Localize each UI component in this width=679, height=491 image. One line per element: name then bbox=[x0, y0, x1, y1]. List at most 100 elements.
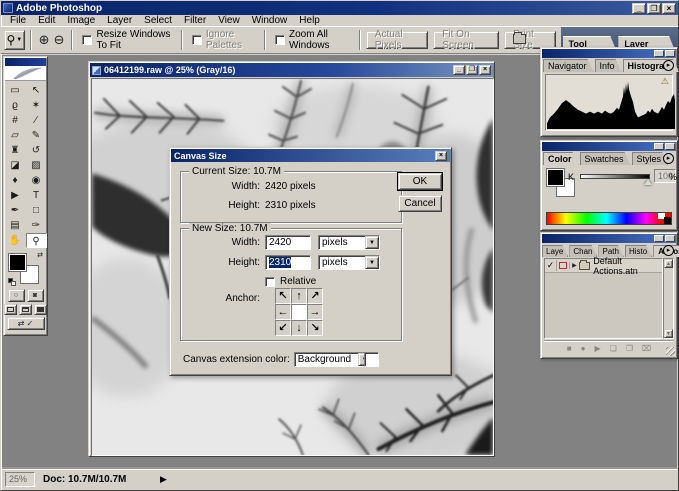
action-set-row[interactable]: ✓ ▶ Default Actions.atn bbox=[545, 259, 662, 273]
stop-icon[interactable]: ■ bbox=[567, 344, 572, 353]
tool-slice[interactable]: ∕ bbox=[26, 113, 47, 128]
menu-help[interactable]: Help bbox=[293, 15, 326, 26]
width-unit-select[interactable]: pixels ▼ bbox=[318, 235, 380, 250]
zoom-all-windows-checkbox[interactable] bbox=[275, 35, 285, 45]
current-tool-button[interactable]: ⚲ ▼ bbox=[4, 30, 25, 50]
color-palette-titlebar[interactable] bbox=[542, 142, 676, 151]
spectrum-black-swatch[interactable] bbox=[664, 217, 671, 224]
tool-dodge[interactable]: ◉ bbox=[26, 173, 47, 188]
tool-path-selection[interactable]: ▶ bbox=[5, 188, 26, 203]
tab-info[interactable]: Info bbox=[595, 59, 622, 72]
anchor-left[interactable]: ← bbox=[275, 304, 291, 320]
tool-hand[interactable]: ✋ bbox=[5, 233, 26, 248]
dialog-titlebar[interactable]: Canvas Size × bbox=[171, 149, 450, 162]
zoom-out-icon[interactable]: ⊖ bbox=[54, 32, 65, 48]
anchor-right[interactable]: → bbox=[307, 304, 323, 320]
tab-layers[interactable]: Laye bbox=[542, 245, 568, 257]
quick-mask-mode-button[interactable]: ◙ bbox=[27, 289, 44, 302]
palette-menu-button[interactable]: ▸ bbox=[663, 153, 674, 164]
palette-close-button[interactable] bbox=[665, 235, 675, 242]
trash-icon[interactable]: ⌧ bbox=[642, 344, 651, 353]
tool-pen[interactable]: ✒ bbox=[5, 203, 26, 218]
palette-minimize-button[interactable] bbox=[654, 143, 664, 150]
default-colors-icon[interactable] bbox=[8, 278, 17, 287]
tool-gradient[interactable]: ▨ bbox=[26, 158, 47, 173]
standard-screen-button[interactable] bbox=[4, 304, 17, 315]
anchor-bottom-left[interactable]: ↙ bbox=[275, 320, 291, 336]
menu-edit[interactable]: Edit bbox=[32, 15, 61, 26]
tool-crop[interactable]: # bbox=[5, 113, 26, 128]
new-width-input[interactable]: 2420 bbox=[265, 235, 311, 250]
doc-minimize-button[interactable]: _ bbox=[453, 65, 465, 75]
tool-history-brush[interactable]: ↺ bbox=[26, 143, 47, 158]
tab-navigator[interactable]: Navigator bbox=[543, 59, 594, 72]
edit-in-imageready-button[interactable]: ⇄ ✓ bbox=[7, 317, 45, 330]
palette-menu-button[interactable]: ▸ bbox=[663, 60, 674, 71]
photoshop-feather-logo[interactable] bbox=[5, 58, 46, 81]
tab-swatches[interactable]: Swatches bbox=[580, 152, 631, 165]
palette-minimize-button[interactable] bbox=[654, 50, 664, 57]
menu-view[interactable]: View bbox=[212, 15, 246, 26]
close-button[interactable]: × bbox=[662, 3, 676, 14]
tool-healing-brush[interactable]: ▱ bbox=[5, 128, 26, 143]
histogram-palette-titlebar[interactable] bbox=[542, 49, 676, 58]
k-slider-track[interactable] bbox=[580, 174, 650, 179]
tool-rectangular-marquee[interactable]: ▭ bbox=[5, 83, 26, 98]
anchor-top-left[interactable]: ↖ bbox=[275, 288, 291, 304]
k-slider-handle[interactable] bbox=[644, 179, 652, 185]
doc-restore-button[interactable]: ❐ bbox=[466, 65, 478, 75]
palette-close-button[interactable] bbox=[665, 143, 675, 150]
tool-eyedropper[interactable]: ✑ bbox=[26, 218, 47, 233]
extension-color-select[interactable]: Background ▼ bbox=[294, 352, 373, 367]
play-icon[interactable]: ▶ bbox=[594, 344, 600, 353]
restore-button[interactable]: ❐ bbox=[647, 3, 661, 14]
minimize-button[interactable]: _ bbox=[632, 3, 646, 14]
tool-eraser[interactable]: ◪ bbox=[5, 158, 26, 173]
palette-menu-button[interactable]: ▸ bbox=[663, 245, 674, 256]
fullscreen-button[interactable] bbox=[34, 304, 47, 315]
scroll-down-icon[interactable]: ▼ bbox=[664, 329, 673, 338]
width-unit-dropdown-arrow[interactable]: ▼ bbox=[365, 236, 379, 249]
actions-scrollbar[interactable]: ▲ ▼ bbox=[663, 258, 674, 339]
anchor-bottom[interactable]: ↓ bbox=[291, 320, 307, 336]
anchor-top[interactable]: ↑ bbox=[291, 288, 307, 304]
tool-blur[interactable]: ♦ bbox=[5, 173, 26, 188]
file-browser-icon[interactable] bbox=[513, 34, 526, 44]
document-titlebar[interactable]: 06412199.raw @ 25% (Gray/16) _ ❐ × bbox=[90, 63, 493, 77]
tool-clone-stamp[interactable]: ♜ bbox=[5, 143, 26, 158]
scroll-up-icon[interactable]: ▲ bbox=[664, 259, 673, 268]
menu-image[interactable]: Image bbox=[61, 15, 101, 26]
palette-close-button[interactable] bbox=[665, 50, 675, 57]
tool-lasso[interactable]: ϱ bbox=[5, 98, 26, 113]
anchor-bottom-right[interactable]: ↘ bbox=[307, 320, 323, 336]
action-toggle-check-icon[interactable]: ✓ bbox=[545, 260, 557, 271]
tool-notes[interactable]: ▤ bbox=[5, 218, 26, 233]
new-height-input[interactable]: 2310 bbox=[265, 255, 311, 270]
new-action-icon[interactable]: ❐ bbox=[626, 344, 633, 353]
color-spectrum-ramp[interactable] bbox=[546, 212, 672, 225]
resize-windows-checkbox-group[interactable]: Resize Windows To Fit bbox=[82, 29, 171, 51]
anchor-center[interactable] bbox=[291, 304, 307, 320]
menu-window[interactable]: Window bbox=[246, 15, 294, 26]
palette-minimize-button[interactable] bbox=[654, 235, 664, 242]
menu-layer[interactable]: Layer bbox=[101, 15, 138, 26]
new-set-icon[interactable]: ❏ bbox=[610, 344, 617, 353]
extension-color-swatch[interactable] bbox=[364, 352, 379, 367]
zoom-all-windows-checkbox-group[interactable]: Zoom All Windows bbox=[275, 29, 350, 51]
doc-close-button[interactable]: × bbox=[479, 65, 491, 75]
relative-checkbox[interactable] bbox=[265, 277, 275, 287]
tool-type[interactable]: T bbox=[26, 188, 47, 203]
fullscreen-menubar-button[interactable] bbox=[19, 304, 32, 315]
foreground-color-swatch[interactable] bbox=[547, 169, 564, 186]
swap-colors-icon[interactable]: ⇄ bbox=[37, 251, 43, 259]
menu-file[interactable]: File bbox=[4, 15, 32, 26]
foreground-color-swatch[interactable] bbox=[9, 254, 26, 271]
zoom-level-field[interactable]: 25% bbox=[5, 472, 35, 487]
zoom-in-icon[interactable]: ⊕ bbox=[39, 32, 50, 48]
modal-control-icon[interactable] bbox=[557, 262, 570, 269]
menu-filter[interactable]: Filter bbox=[178, 15, 212, 26]
tab-color[interactable]: Color bbox=[543, 152, 579, 165]
resize-grip[interactable] bbox=[666, 347, 675, 356]
tool-move[interactable]: ↖ bbox=[26, 83, 47, 98]
tool-shape[interactable]: □ bbox=[26, 203, 47, 218]
